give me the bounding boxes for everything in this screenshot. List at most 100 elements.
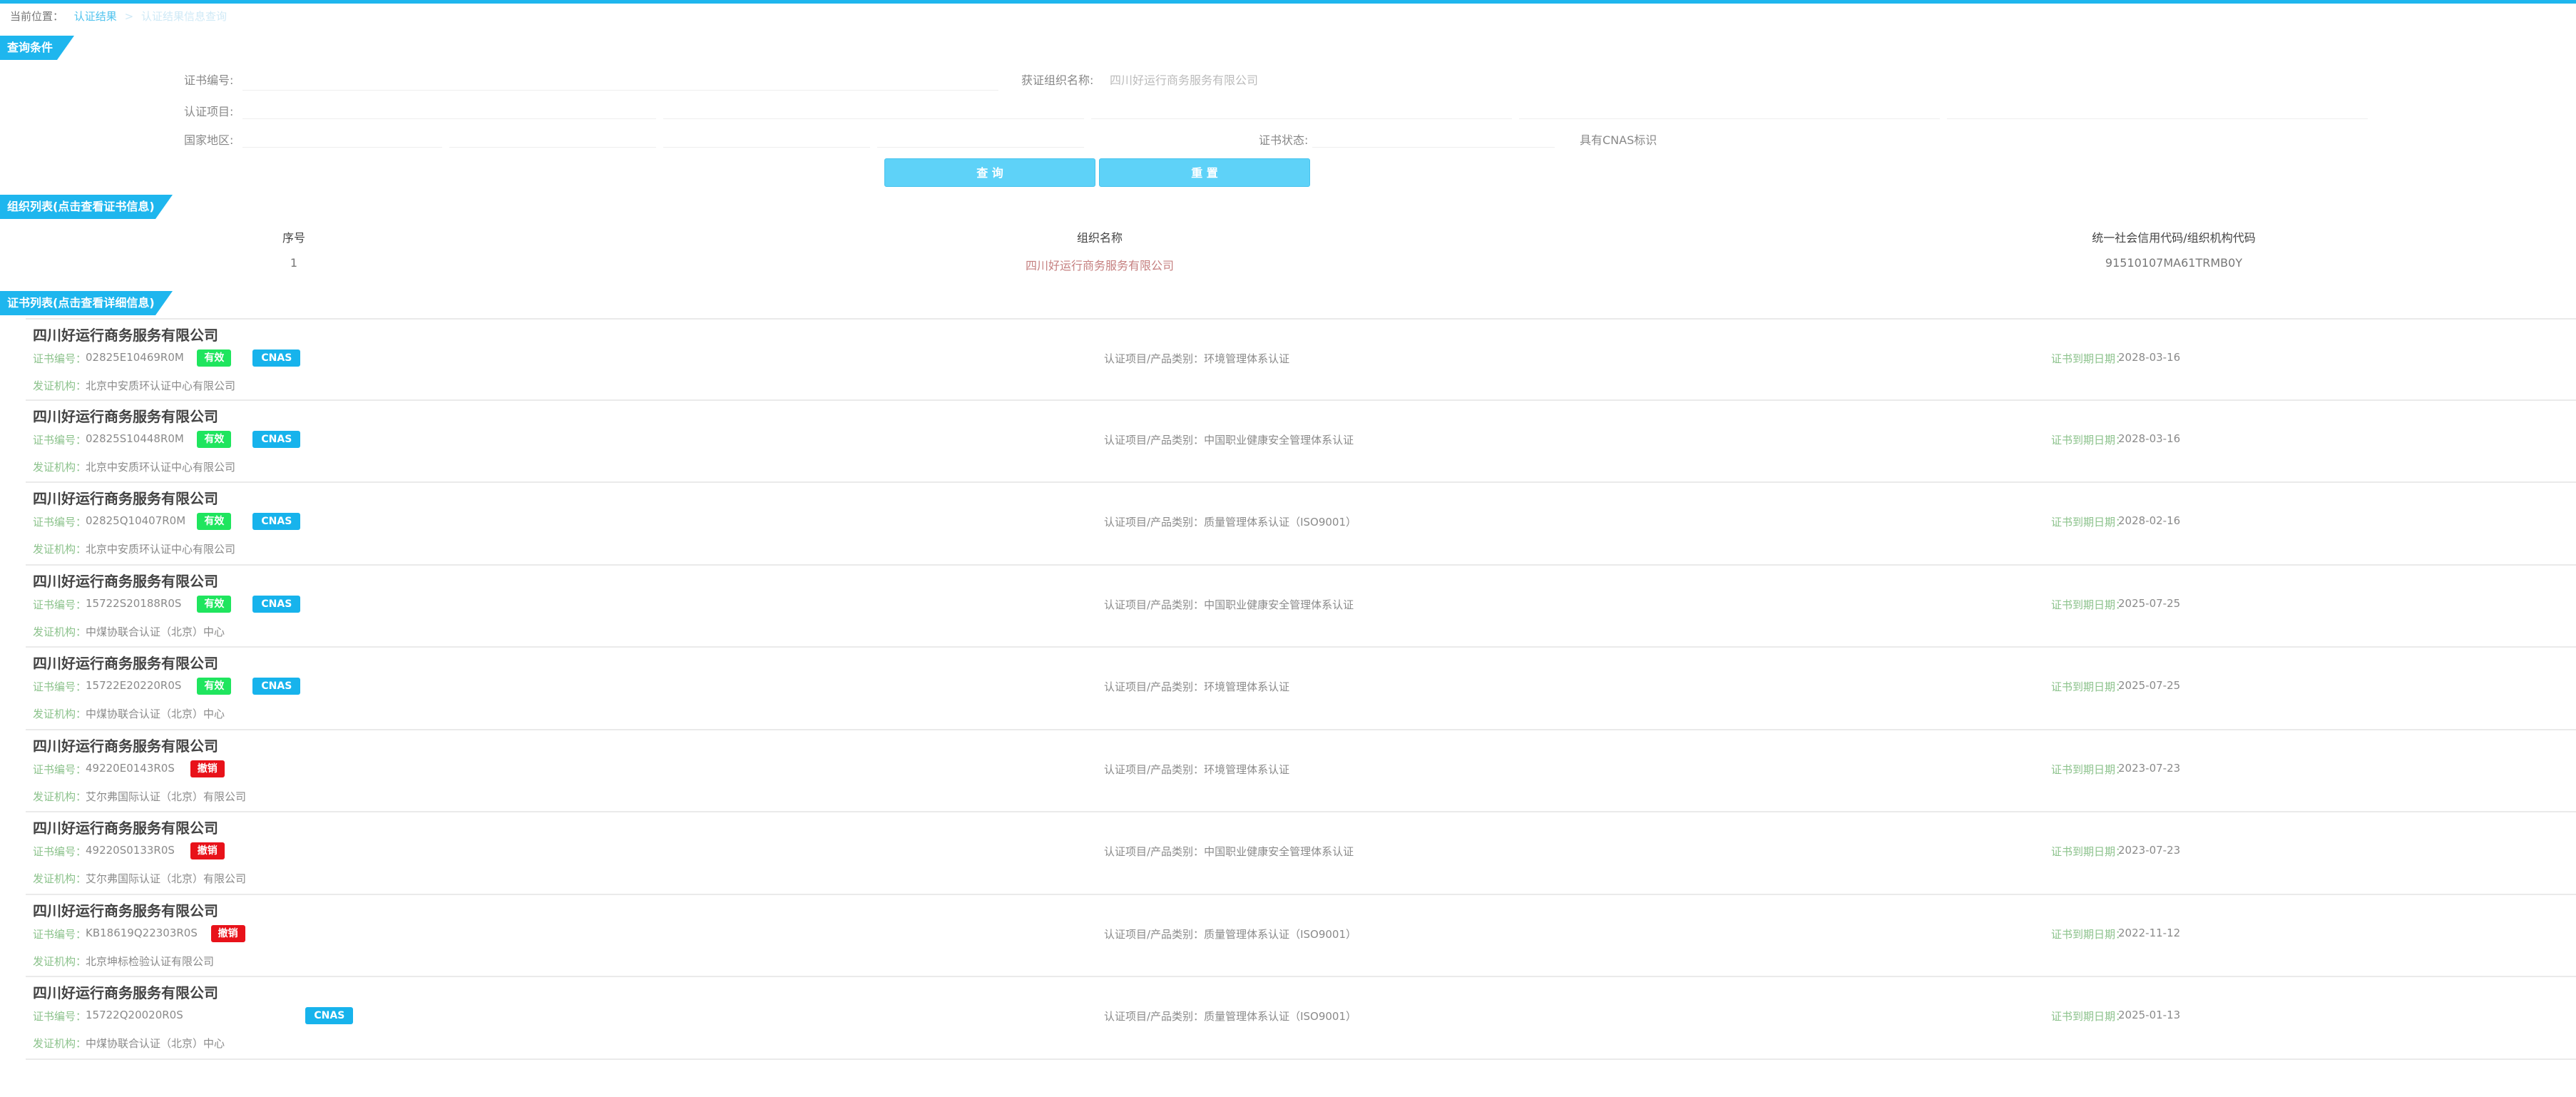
cert-expire-label: 证书到期日期： — [2051, 762, 2127, 776]
cert-status-badge: 有效 — [197, 430, 232, 448]
cert-expire-label: 证书到期日期： — [2051, 927, 2127, 941]
org-name-label: 获证组织名称: — [1021, 73, 1094, 87]
cert-project: 认证项目/产品类别：质量管理体系认证（ISO9001） — [1104, 927, 1356, 942]
cert-expire-value: 2028-03-16 — [2118, 351, 2181, 364]
cert-project-value: 质量管理体系认证（ISO9001） — [1204, 516, 1356, 529]
org-row-name[interactable]: 四川好运行商务服务有限公司 — [1026, 256, 1174, 273]
breadcrumb-link[interactable]: 认证结果 — [74, 10, 117, 23]
breadcrumb-separator: > — [124, 10, 134, 23]
country-select-2[interactable] — [449, 147, 656, 148]
cert-expire-label: 证书到期日期： — [2051, 352, 2127, 365]
cert-expire-label: 证书到期日期： — [2051, 433, 2127, 447]
org-row-code: 91510107MA61TRMB0Y — [2105, 256, 2243, 270]
cert-no-value: 02825Q10407R0M — [86, 514, 186, 527]
cert-project-label: 认证项目/产品类别： — [1104, 1010, 1205, 1023]
query-button[interactable]: 查 询 — [884, 158, 1095, 187]
cert-expire-value: 2023-07-23 — [2118, 761, 2181, 775]
cert-issuer-label: 发证机构： — [33, 1037, 87, 1050]
cert-item[interactable]: 四川好运行商务服务有限公司 证书编号： KB18619Q22303R0S 撤销 认证项目… — [26, 895, 2576, 977]
cert-project-label: 认证项目/产品类别： — [1104, 762, 1205, 776]
cert-org-name: 四川好运行商务服务有限公司 — [33, 902, 218, 919]
cert-project-value: 环境管理体系认证 — [1204, 680, 1290, 693]
status-select[interactable] — [1312, 147, 1555, 148]
cert-project: 认证项目/产品类别：环境管理体系认证 — [1104, 762, 1289, 777]
cert-project: 认证项目/产品类别：质量管理体系认证（ISO9001） — [1104, 1009, 1356, 1024]
cert-issuer-value: 艾尔弗国际认证（北京）有限公司 — [86, 872, 247, 885]
cert-item[interactable]: 四川好运行商务服务有限公司 证书编号： 15722Q20020R0S CNAS 认证项目… — [26, 977, 2576, 1060]
cnas-checkbox-label[interactable]: 具有CNAS标识 — [1580, 133, 1657, 148]
cert-expire-label: 证书到期日期： — [2051, 845, 2127, 858]
cert-project-value: 环境管理体系认证 — [1204, 762, 1290, 776]
cert-issuer-value: 北京中安质环认证中心有限公司 — [86, 379, 236, 392]
project-select-5[interactable] — [1947, 118, 2368, 119]
cert-project-label: 认证项目/产品类别： — [1104, 680, 1205, 693]
cert-project-value: 中国职业健康安全管理体系认证 — [1204, 433, 1354, 447]
cnas-badge: CNAS — [252, 678, 301, 695]
cert-item[interactable]: 四川好运行商务服务有限公司 证书编号： 15722E20220R0S 有效 CNAS 认证… — [26, 648, 2576, 730]
cert-issuer-value: 中煤协联合认证（北京）中心 — [86, 708, 225, 720]
section-title-org-list: 组织列表(点击查看证书信息) — [0, 195, 173, 219]
org-table-header-seq: 序号 — [282, 231, 306, 245]
cert-org-name: 四川好运行商务服务有限公司 — [33, 655, 218, 672]
section-title-query: 查询条件 — [0, 36, 74, 60]
cert-expire-value: 2023-07-23 — [2118, 844, 2181, 857]
cert-issuer-label: 发证机构： — [33, 379, 87, 392]
cert-project-label: 认证项目/产品类别： — [1104, 433, 1205, 447]
breadcrumb-current: 认证结果信息查询 — [140, 10, 227, 23]
cert-item[interactable]: 四川好运行商务服务有限公司 证书编号： 02825S10448R0M 有效 CNAS 认证… — [26, 401, 2576, 483]
cert-item[interactable]: 四川好运行商务服务有限公司 证书编号： 15722S20188R0S 有效 CNAS 认证… — [26, 566, 2576, 648]
reset-button[interactable]: 重 置 — [1099, 158, 1310, 187]
org-name-input[interactable]: 四川好运行商务服务有限公司 — [1110, 73, 1258, 88]
country-select-4[interactable] — [877, 147, 1084, 148]
org-table-header-name: 组织名称 — [1076, 231, 1123, 245]
cnas-badge: CNAS — [252, 349, 301, 367]
cert-expire-label: 证书到期日期： — [2051, 516, 2127, 529]
status-label: 证书状态: — [1259, 133, 1309, 147]
cert-project: 认证项目/产品类别：环境管理体系认证 — [1104, 351, 1289, 366]
cert-issuer-label: 发证机构： — [33, 708, 87, 720]
cert-item[interactable]: 四川好运行商务服务有限公司 证书编号： 49220S0133R0S 撤销 认证项目/产品… — [26, 812, 2576, 895]
project-select-1[interactable] — [242, 118, 656, 119]
cert-list: 四川好运行商务服务有限公司 证书编号： 02825E10469R0M 有效 CNAS 认证… — [26, 318, 2576, 1060]
cnas-badge: CNAS — [252, 595, 301, 613]
cert-issuer-label: 发证机构： — [33, 790, 87, 803]
cert-no-value: 49220E0143R0S — [86, 761, 175, 775]
project-select-3[interactable] — [1091, 118, 1512, 119]
cert-issuer-label: 发证机构： — [33, 625, 87, 638]
cert-item[interactable]: 四川好运行商务服务有限公司 证书编号： 49220E0143R0S 撤销 认证项目/产品… — [26, 730, 2576, 812]
cert-status-badge: 有效 — [197, 513, 232, 530]
cert-issuer-value: 北京坤标检验认证有限公司 — [86, 954, 215, 968]
project-label: 认证项目: — [184, 105, 234, 118]
cert-no-value: KB18619Q22303R0S — [86, 926, 198, 939]
project-select-2[interactable] — [663, 118, 1084, 119]
cert-issuer-value: 中煤协联合认证（北京）中心 — [86, 625, 225, 638]
country-select-1[interactable] — [242, 147, 442, 148]
cert-org-name: 四川好运行商务服务有限公司 — [33, 407, 218, 425]
project-select-4[interactable] — [1519, 118, 1940, 119]
breadcrumb-label: 当前位置： — [10, 10, 64, 23]
cert-issuer-label: 发证机构： — [33, 954, 87, 968]
cert-expire-value: 2025-07-25 — [2118, 596, 2181, 610]
cert-no-value: 02825S10448R0M — [86, 432, 184, 445]
cert-org-name: 四川好运行商务服务有限公司 — [33, 572, 218, 590]
cert-issuer-value: 北京中安质环认证中心有限公司 — [86, 543, 236, 556]
cert-status-badge: 有效 — [197, 595, 232, 613]
cert-project: 认证项目/产品类别：环境管理体系认证 — [1104, 679, 1289, 694]
cert-no-label: 证书编号： — [33, 1010, 87, 1023]
breadcrumb: 当前位置： 认证结果 > 认证结果信息查询 — [10, 9, 227, 24]
cert-no-input[interactable] — [242, 90, 998, 91]
cert-item[interactable]: 四川好运行商务服务有限公司 证书编号： 02825E10469R0M 有效 CNAS 认证… — [26, 318, 2576, 401]
cert-project-label: 认证项目/产品类别： — [1104, 845, 1205, 858]
cert-project-label: 认证项目/产品类别： — [1104, 927, 1205, 941]
country-select-3[interactable] — [663, 147, 870, 148]
cert-expire-value: 2025-01-13 — [2118, 1009, 2181, 1021]
cert-no-label: 证书编号： — [33, 352, 87, 365]
cert-project-value: 环境管理体系认证 — [1204, 352, 1290, 365]
cert-project: 认证项目/产品类别：中国职业健康安全管理体系认证 — [1104, 432, 1354, 447]
org-table-header-code: 统一社会信用代码/组织机构代码 — [2092, 231, 2256, 245]
cert-status-badge: 撤销 — [190, 760, 225, 777]
cert-item[interactable]: 四川好运行商务服务有限公司 证书编号： 02825Q10407R0M 有效 CNAS 认证… — [26, 483, 2576, 566]
cert-no-label: 证书编号： — [33, 762, 87, 776]
cert-issuer-value: 中煤协联合认证（北京）中心 — [86, 1037, 225, 1050]
cert-project: 认证项目/产品类别：质量管理体系认证（ISO9001） — [1104, 514, 1356, 529]
